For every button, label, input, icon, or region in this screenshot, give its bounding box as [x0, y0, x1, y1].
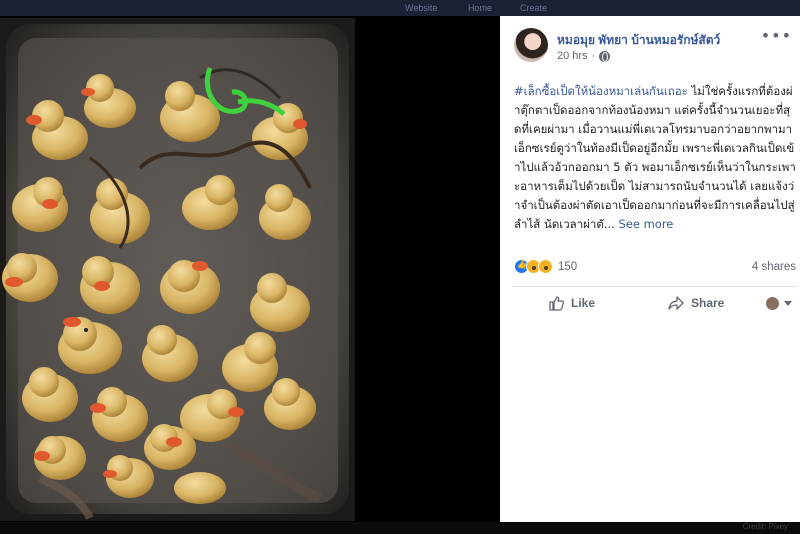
- topbar-item[interactable]: Home: [468, 3, 492, 13]
- share-count[interactable]: 4 shares: [752, 261, 796, 273]
- post-side-panel: หมอมุย พัทยา บ้านหมอรักษ์สัตว์ 20 hrs · …: [500, 16, 800, 522]
- thumbs-up-icon: [549, 296, 564, 311]
- globe-icon: [599, 50, 611, 62]
- hashtag-link[interactable]: #เล็กซื้อเป็ดให้น้องหมาเล่นกันเถอะ: [514, 84, 688, 98]
- topbar-item[interactable]: Website: [405, 3, 437, 13]
- post-author[interactable]: หมอมุย พัทยา บ้านหมอรักษ์สัตว์: [557, 31, 720, 50]
- more-options-button[interactable]: •••: [761, 28, 792, 44]
- avatar[interactable]: [514, 28, 548, 62]
- reaction-summary[interactable]: 150: [514, 259, 577, 274]
- post-text: #เล็กซื้อเป็ดให้น้องหมาเล่นกันเถอะ ไม่ใช…: [514, 82, 796, 234]
- share-button[interactable]: Share: [668, 295, 724, 311]
- share-arrow-icon: [668, 296, 684, 310]
- see-more-link[interactable]: See more: [618, 217, 673, 231]
- photo-credit: Credit: Pixey: [742, 522, 788, 531]
- sad-reaction-icon: [538, 259, 553, 274]
- photo-ducks-in-tray: [0, 18, 355, 521]
- top-bar: Website Home Create: [0, 0, 800, 16]
- caret-down-icon: [784, 301, 792, 306]
- more-dots-icon: •••: [760, 26, 792, 45]
- post-time[interactable]: 20 hrs: [557, 50, 588, 62]
- share-label: Share: [691, 296, 725, 310]
- like-button[interactable]: Like: [548, 295, 595, 311]
- post-meta: 20 hrs ·: [557, 50, 611, 62]
- reaction-count[interactable]: 150: [558, 261, 577, 273]
- photo-viewer: [0, 16, 500, 522]
- post-photo[interactable]: [0, 18, 355, 521]
- bottom-bar: Credit: Pixey: [0, 522, 800, 534]
- audience-selector[interactable]: [766, 297, 792, 310]
- avatar: [766, 297, 779, 310]
- like-label: Like: [571, 296, 596, 310]
- post-actions: Like Share: [500, 287, 800, 321]
- topbar-item[interactable]: Create: [520, 3, 547, 13]
- post-body: ไม่ใช่ครั้งแรกที่ต้องผ่าตุ๊กตาเป็ดออกจาก…: [514, 84, 796, 231]
